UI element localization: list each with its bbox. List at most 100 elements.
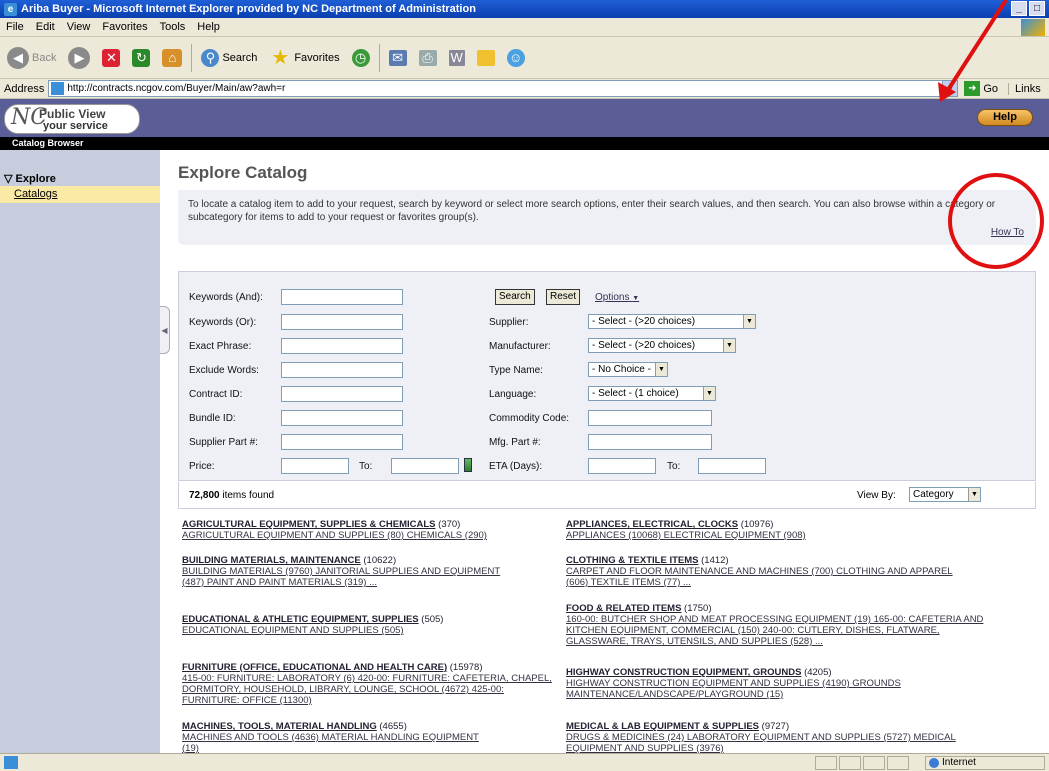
reset-button[interactable]: Reset <box>546 289 581 305</box>
category-heading[interactable]: MACHINES, TOOLS, MATERIAL HANDLING (4655… <box>182 721 482 732</box>
category-title[interactable]: BUILDING MATERIALS, MAINTENANCE <box>182 555 361 566</box>
sidebar-collapse-handle[interactable]: ◀ <box>160 306 170 354</box>
category-heading[interactable]: AGRICULTURAL EQUIPMENT, SUPPLIES & CHEMI… <box>182 519 562 530</box>
address-dropdown-icon[interactable]: ▼ <box>942 81 958 96</box>
keywords-or-input[interactable] <box>281 314 403 330</box>
history-icon: ◷ <box>351 48 370 67</box>
currency-icon[interactable] <box>464 458 472 472</box>
price-from-input[interactable] <box>281 458 349 474</box>
bundle-id-input[interactable] <box>281 410 403 426</box>
items-found-label: items found <box>222 490 275 501</box>
category-block: MEDICAL & LAB EQUIPMENT & SUPPLIES (9727… <box>566 721 996 754</box>
category-subs[interactable]: EDUCATIONAL EQUIPMENT AND SUPPLIES (505) <box>182 625 562 636</box>
manufacturer-select[interactable]: - Select - (>20 choices) ▼ <box>588 338 736 353</box>
go-label: Go <box>983 82 999 95</box>
edit-button[interactable]: W <box>446 43 468 73</box>
category-title[interactable]: AGRICULTURAL EQUIPMENT, SUPPLIES & CHEMI… <box>182 519 436 530</box>
discuss-button[interactable] <box>474 43 498 73</box>
category-title[interactable]: EDUCATIONAL & ATHLETIC EQUIPMENT, SUPPLI… <box>182 614 419 625</box>
history-button[interactable]: ◷ <box>349 43 373 73</box>
search-button[interactable]: ⚲ Search <box>198 43 260 73</box>
maximize-button[interactable]: □ <box>1029 1 1045 16</box>
refresh-button[interactable]: ↻ <box>129 43 153 73</box>
status-cells <box>815 756 909 770</box>
options-link[interactable]: Options ▼ <box>595 292 639 303</box>
messenger-button[interactable]: ☺ <box>504 43 528 73</box>
category-subs[interactable]: AGRICULTURAL EQUIPMENT AND SUPPLIES (80)… <box>182 530 562 541</box>
category-subs[interactable]: APPLIANCES (10068) ELECTRICAL EQUIPMENT … <box>566 530 946 541</box>
menu-view[interactable]: View <box>67 21 91 33</box>
forward-arrow-icon: ▶ <box>68 46 91 69</box>
category-heading[interactable]: HIGHWAY CONSTRUCTION EQUIPMENT, GROUNDS … <box>566 667 976 678</box>
dropdown-arrow-icon: ▼ <box>723 339 735 352</box>
contract-id-input[interactable] <box>281 386 403 402</box>
category-subs[interactable]: 415-00: FURNITURE: LABORATORY (6) 420-00… <box>182 673 552 706</box>
category-subs[interactable]: DRUGS & MEDICINES (24) LABORATORY EQUIPM… <box>566 732 996 754</box>
category-subs[interactable]: MACHINES AND TOOLS (4636) MATERIAL HANDL… <box>182 732 482 754</box>
back-button[interactable]: ◀ Back <box>4 43 59 73</box>
messenger-icon: ☺ <box>506 48 525 67</box>
menu-file[interactable]: File <box>6 21 24 33</box>
search-button[interactable]: Search <box>495 289 535 305</box>
help-button[interactable]: Help <box>977 109 1033 126</box>
favorites-button[interactable]: ★ Favorites <box>266 43 342 73</box>
language-select[interactable]: - Select - (1 choice) ▼ <box>588 386 716 401</box>
refresh-icon: ↻ <box>132 48 151 67</box>
print-button[interactable]: ⎙ <box>416 43 440 73</box>
category-title[interactable]: APPLIANCES, ELECTRICAL, CLOCKS <box>566 519 738 530</box>
type-name-select[interactable]: - No Choice - ▼ <box>588 362 668 377</box>
keywords-and-input[interactable] <box>281 289 403 305</box>
category-heading[interactable]: APPLIANCES, ELECTRICAL, CLOCKS (10976) <box>566 519 946 530</box>
menu-edit[interactable]: Edit <box>36 21 55 33</box>
language-select-value: - Select - (1 choice) <box>592 388 679 399</box>
category-subs[interactable]: 160-00: BUTCHER SHOP AND MEAT PROCESSING… <box>566 614 996 647</box>
commodity-code-label: Commodity Code: <box>489 413 570 424</box>
category-heading[interactable]: FOOD & RELATED ITEMS (1750) <box>566 603 996 614</box>
category-subs[interactable]: CARPET AND FLOOR MAINTENANCE AND MACHINE… <box>566 566 976 588</box>
annotation-circle <box>948 173 1044 269</box>
menu-help[interactable]: Help <box>197 21 220 33</box>
category-title[interactable]: MACHINES, TOOLS, MATERIAL HANDLING <box>182 721 377 732</box>
price-to-input[interactable] <box>391 458 459 474</box>
supplier-select[interactable]: - Select - (>20 choices) ▼ <box>588 314 756 329</box>
instructions-box: To locate a catalog item to add to your … <box>178 190 1036 245</box>
supplier-part-input[interactable] <box>281 434 403 450</box>
exclude-words-input[interactable] <box>281 362 403 378</box>
mail-button[interactable]: ✉ <box>386 43 410 73</box>
eta-to-input[interactable] <box>698 458 766 474</box>
home-button[interactable]: ⌂ <box>159 43 185 73</box>
category-title[interactable]: MEDICAL & LAB EQUIPMENT & SUPPLIES <box>566 721 759 732</box>
category-title[interactable]: HIGHWAY CONSTRUCTION EQUIPMENT, GROUNDS <box>566 667 801 678</box>
address-input[interactable]: http://contracts.ncgov.com/Buyer/Main/aw… <box>48 80 959 97</box>
mfg-part-input[interactable] <box>588 434 712 450</box>
minimize-button[interactable]: _ <box>1011 1 1027 16</box>
links-button[interactable]: Links <box>1008 82 1041 95</box>
stop-button[interactable]: ✕ <box>99 43 123 73</box>
menu-favorites[interactable]: Favorites <box>102 21 147 33</box>
status-bar: Internet <box>0 753 1049 771</box>
menu-tools[interactable]: Tools <box>160 21 186 33</box>
category-subs[interactable]: BUILDING MATERIALS (9760) JANITORIAL SUP… <box>182 566 512 588</box>
sidebar-explore[interactable]: ▽ Explore <box>4 172 56 185</box>
sidebar-item-catalogs[interactable]: Catalogs <box>0 186 160 203</box>
view-by-select[interactable]: Category ▼ <box>909 487 981 502</box>
category-title[interactable]: CLOTHING & TEXTILE ITEMS <box>566 555 698 566</box>
category-title[interactable]: FOOD & RELATED ITEMS <box>566 603 681 614</box>
forward-button[interactable]: ▶ <box>65 43 93 73</box>
category-heading[interactable]: FURNITURE (OFFICE, EDUCATIONAL AND HEALT… <box>182 662 552 673</box>
category-heading[interactable]: MEDICAL & LAB EQUIPMENT & SUPPLIES (9727… <box>566 721 996 732</box>
commodity-code-input[interactable] <box>588 410 712 426</box>
category-title[interactable]: FURNITURE (OFFICE, EDUCATIONAL AND HEALT… <box>182 662 447 673</box>
category-heading[interactable]: EDUCATIONAL & ATHLETIC EQUIPMENT, SUPPLI… <box>182 614 562 625</box>
exact-phrase-input[interactable] <box>281 338 403 354</box>
category-subs[interactable]: HIGHWAY CONSTRUCTION EQUIPMENT AND SUPPL… <box>566 678 976 700</box>
category-count: (370) <box>438 519 461 530</box>
eta-from-input[interactable] <box>588 458 656 474</box>
category-heading[interactable]: CLOTHING & TEXTILE ITEMS (1412) <box>566 555 976 566</box>
contract-id-label: Contract ID: <box>189 389 243 400</box>
category-block: AGRICULTURAL EQUIPMENT, SUPPLIES & CHEMI… <box>182 519 562 541</box>
go-button[interactable]: ➜ Go <box>964 81 998 96</box>
instructions-text: To locate a catalog item to add to your … <box>188 199 996 223</box>
category-heading[interactable]: BUILDING MATERIALS, MAINTENANCE (10622) <box>182 555 512 566</box>
ie-icon: e <box>4 2 17 16</box>
